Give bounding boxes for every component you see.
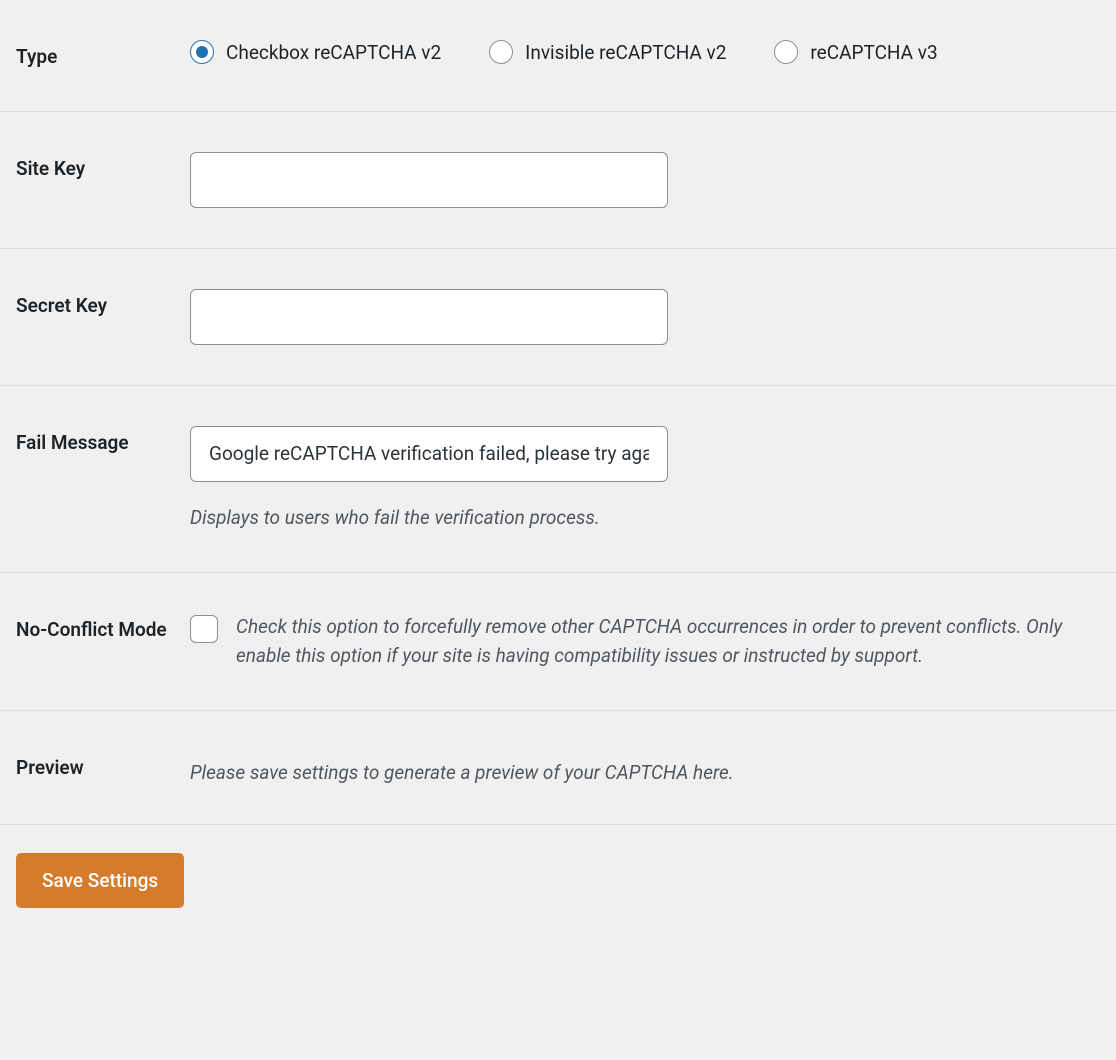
- no-conflict-description: Check this option to forcefully remove o…: [236, 613, 1116, 670]
- row-secret-key: Secret Key: [0, 249, 1116, 386]
- save-settings-button[interactable]: Save Settings: [16, 853, 184, 908]
- site-key-input[interactable]: [190, 152, 668, 208]
- label-preview: Preview: [16, 751, 190, 782]
- label-site-key: Site Key: [16, 152, 190, 183]
- row-preview: Preview Please save settings to generate…: [0, 711, 1116, 825]
- preview-text: Please save settings to generate a previ…: [190, 751, 1116, 784]
- radio-indicator-icon: [190, 40, 214, 64]
- secret-key-input[interactable]: [190, 289, 668, 345]
- radio-indicator-icon: [489, 40, 513, 64]
- radio-invisible-v2[interactable]: Invisible reCAPTCHA v2: [489, 40, 726, 64]
- row-no-conflict: No-Conflict Mode Check this option to fo…: [0, 573, 1116, 711]
- radio-v3[interactable]: reCAPTCHA v3: [774, 40, 937, 64]
- row-site-key: Site Key: [0, 112, 1116, 249]
- no-conflict-checkbox[interactable]: [190, 615, 218, 643]
- label-fail-message: Fail Message: [16, 426, 190, 457]
- row-type: Type Checkbox reCAPTCHA v2 Invisible reC…: [0, 0, 1116, 112]
- settings-form: Type Checkbox reCAPTCHA v2 Invisible reC…: [0, 0, 1116, 936]
- radio-checkbox-v2[interactable]: Checkbox reCAPTCHA v2: [190, 40, 441, 64]
- type-radio-group: Checkbox reCAPTCHA v2 Invisible reCAPTCH…: [190, 40, 1116, 64]
- radio-label: reCAPTCHA v3: [810, 41, 937, 64]
- row-fail-message: Fail Message Displays to users who fail …: [0, 386, 1116, 574]
- radio-label: Checkbox reCAPTCHA v2: [226, 41, 441, 64]
- label-type: Type: [16, 40, 190, 71]
- label-no-conflict: No-Conflict Mode: [16, 613, 190, 644]
- submit-area: Save Settings: [0, 825, 1116, 936]
- radio-label: Invisible reCAPTCHA v2: [525, 41, 726, 64]
- label-secret-key: Secret Key: [16, 289, 190, 320]
- fail-message-description: Displays to users who fail the verificat…: [190, 504, 1116, 533]
- fail-message-input[interactable]: [190, 426, 668, 482]
- radio-indicator-icon: [774, 40, 798, 64]
